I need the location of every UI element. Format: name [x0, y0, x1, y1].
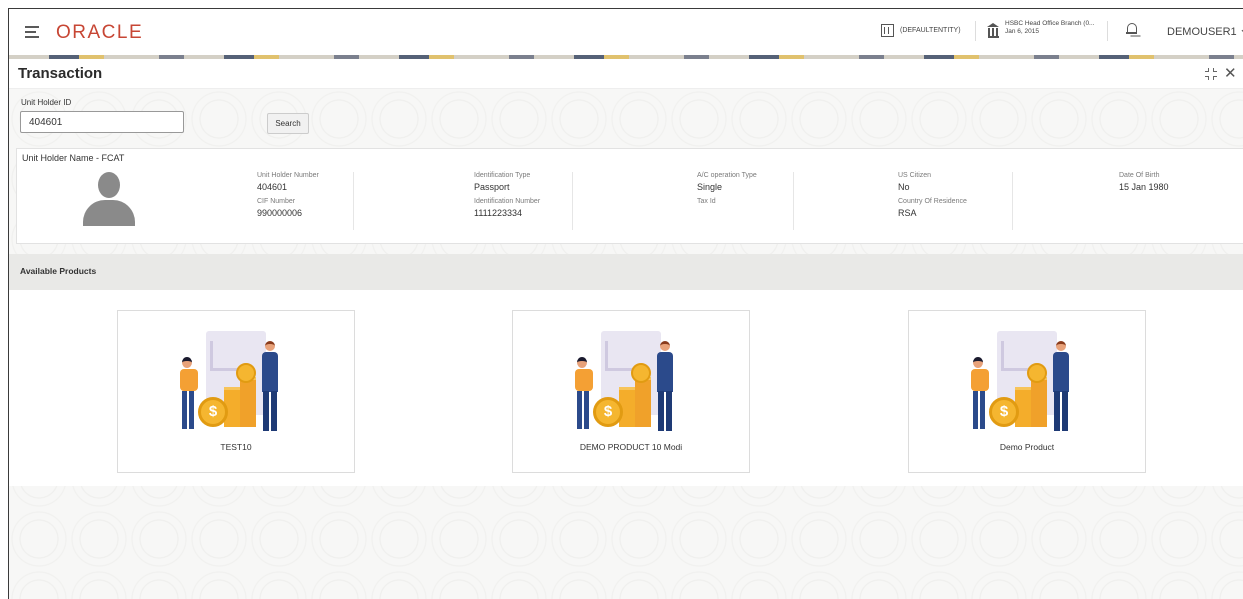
field-value: RSA [898, 208, 917, 218]
branch-name: HSBC Head Office Branch (0... [1005, 20, 1095, 27]
field-value: 15 Jan 1980 [1119, 182, 1169, 192]
app-frame: ORACLE (DEFAULTENTITY) HSBC Head Office … [8, 8, 1243, 599]
field-value: 1111223334 [474, 208, 523, 218]
user-name: DEMOUSER1 [1167, 26, 1237, 38]
info-column-2: Identification Type Passport Identificat… [474, 172, 540, 224]
field-value: 990000006 [257, 208, 303, 218]
building-icon [881, 24, 894, 37]
user-menu[interactable]: DEMOUSER1 [1167, 25, 1243, 38]
product-illustration [573, 329, 691, 435]
field-label: US Citizen [898, 172, 932, 179]
product-name: DEMO PRODUCT 10 Modi [579, 442, 683, 452]
field-label: Unit Holder Number [257, 172, 319, 179]
search-button[interactable]: Search [267, 113, 309, 134]
info-column-4: US Citizen No Country Of Residence RSA [898, 172, 967, 224]
field-value: Passport [474, 182, 510, 192]
unit-holder-name: Unit Holder Name - FCAT [22, 153, 125, 163]
product-name: Demo Product [999, 442, 1055, 452]
unit-holder-info-card: Unit Holder Name - FCAT Unit Holder Numb… [16, 148, 1243, 244]
branch-selector[interactable]: HSBC Head Office Branch (0... Jan 6, 201… [987, 20, 1095, 38]
column-divider [353, 172, 354, 230]
entity-label: (DEFAULTENTITY) [900, 27, 961, 34]
avatar [83, 172, 135, 226]
product-card[interactable]: TEST10 [117, 310, 355, 473]
header-divider [1107, 21, 1108, 41]
page-titlebar: Transaction ✕ [9, 59, 1243, 89]
available-products-header: Available Products [9, 254, 1243, 290]
notification-bell-icon[interactable] [1126, 23, 1138, 37]
product-illustration [969, 329, 1087, 435]
field-label: CIF Number [257, 198, 296, 205]
bank-icon [987, 23, 1000, 38]
field-label: Identification Type [474, 172, 531, 179]
field-label: Date Of Birth [1119, 172, 1160, 179]
field-label: A/C operation Type [697, 172, 757, 179]
hamburger-menu-icon[interactable] [25, 26, 39, 38]
unit-holder-id-input[interactable] [20, 111, 184, 133]
products-section: TEST10 DEMO PRODUCT 10 Modi Demo Product [9, 290, 1243, 486]
field-value: 404601 [257, 182, 288, 192]
expand-icon[interactable] [1205, 68, 1217, 80]
column-divider [572, 172, 573, 230]
branch-date: Jan 6, 2015 [1005, 28, 1039, 35]
available-products-title: Available Products [20, 266, 97, 276]
field-label: Identification Number [474, 198, 541, 205]
product-name: TEST10 [220, 442, 252, 452]
page-title: Transaction [18, 65, 103, 82]
column-divider [1012, 172, 1013, 230]
header-divider [975, 21, 976, 41]
info-column-3: A/C operation Type Single Tax Id [697, 172, 757, 211]
field-label: Country Of Residence [898, 198, 967, 205]
product-card[interactable]: DEMO PRODUCT 10 Modi [512, 310, 750, 473]
info-column-5: Date Of Birth 15 Jan 1980 [1119, 172, 1169, 198]
info-column-1: Unit Holder Number 404601 CIF Number 990… [257, 172, 319, 224]
unit-holder-id-label: Unit Holder ID [21, 98, 72, 107]
top-header: ORACLE (DEFAULTENTITY) HSBC Head Office … [9, 9, 1243, 55]
field-value: Single [697, 182, 723, 192]
oracle-logo: ORACLE [56, 22, 144, 43]
field-value: No [898, 182, 910, 192]
product-card[interactable]: Demo Product [908, 310, 1146, 473]
product-illustration [178, 329, 296, 435]
column-divider [793, 172, 794, 230]
close-icon[interactable]: ✕ [1224, 64, 1237, 82]
field-label: Tax Id [697, 198, 716, 205]
entity-selector[interactable]: (DEFAULTENTITY) [881, 24, 961, 37]
